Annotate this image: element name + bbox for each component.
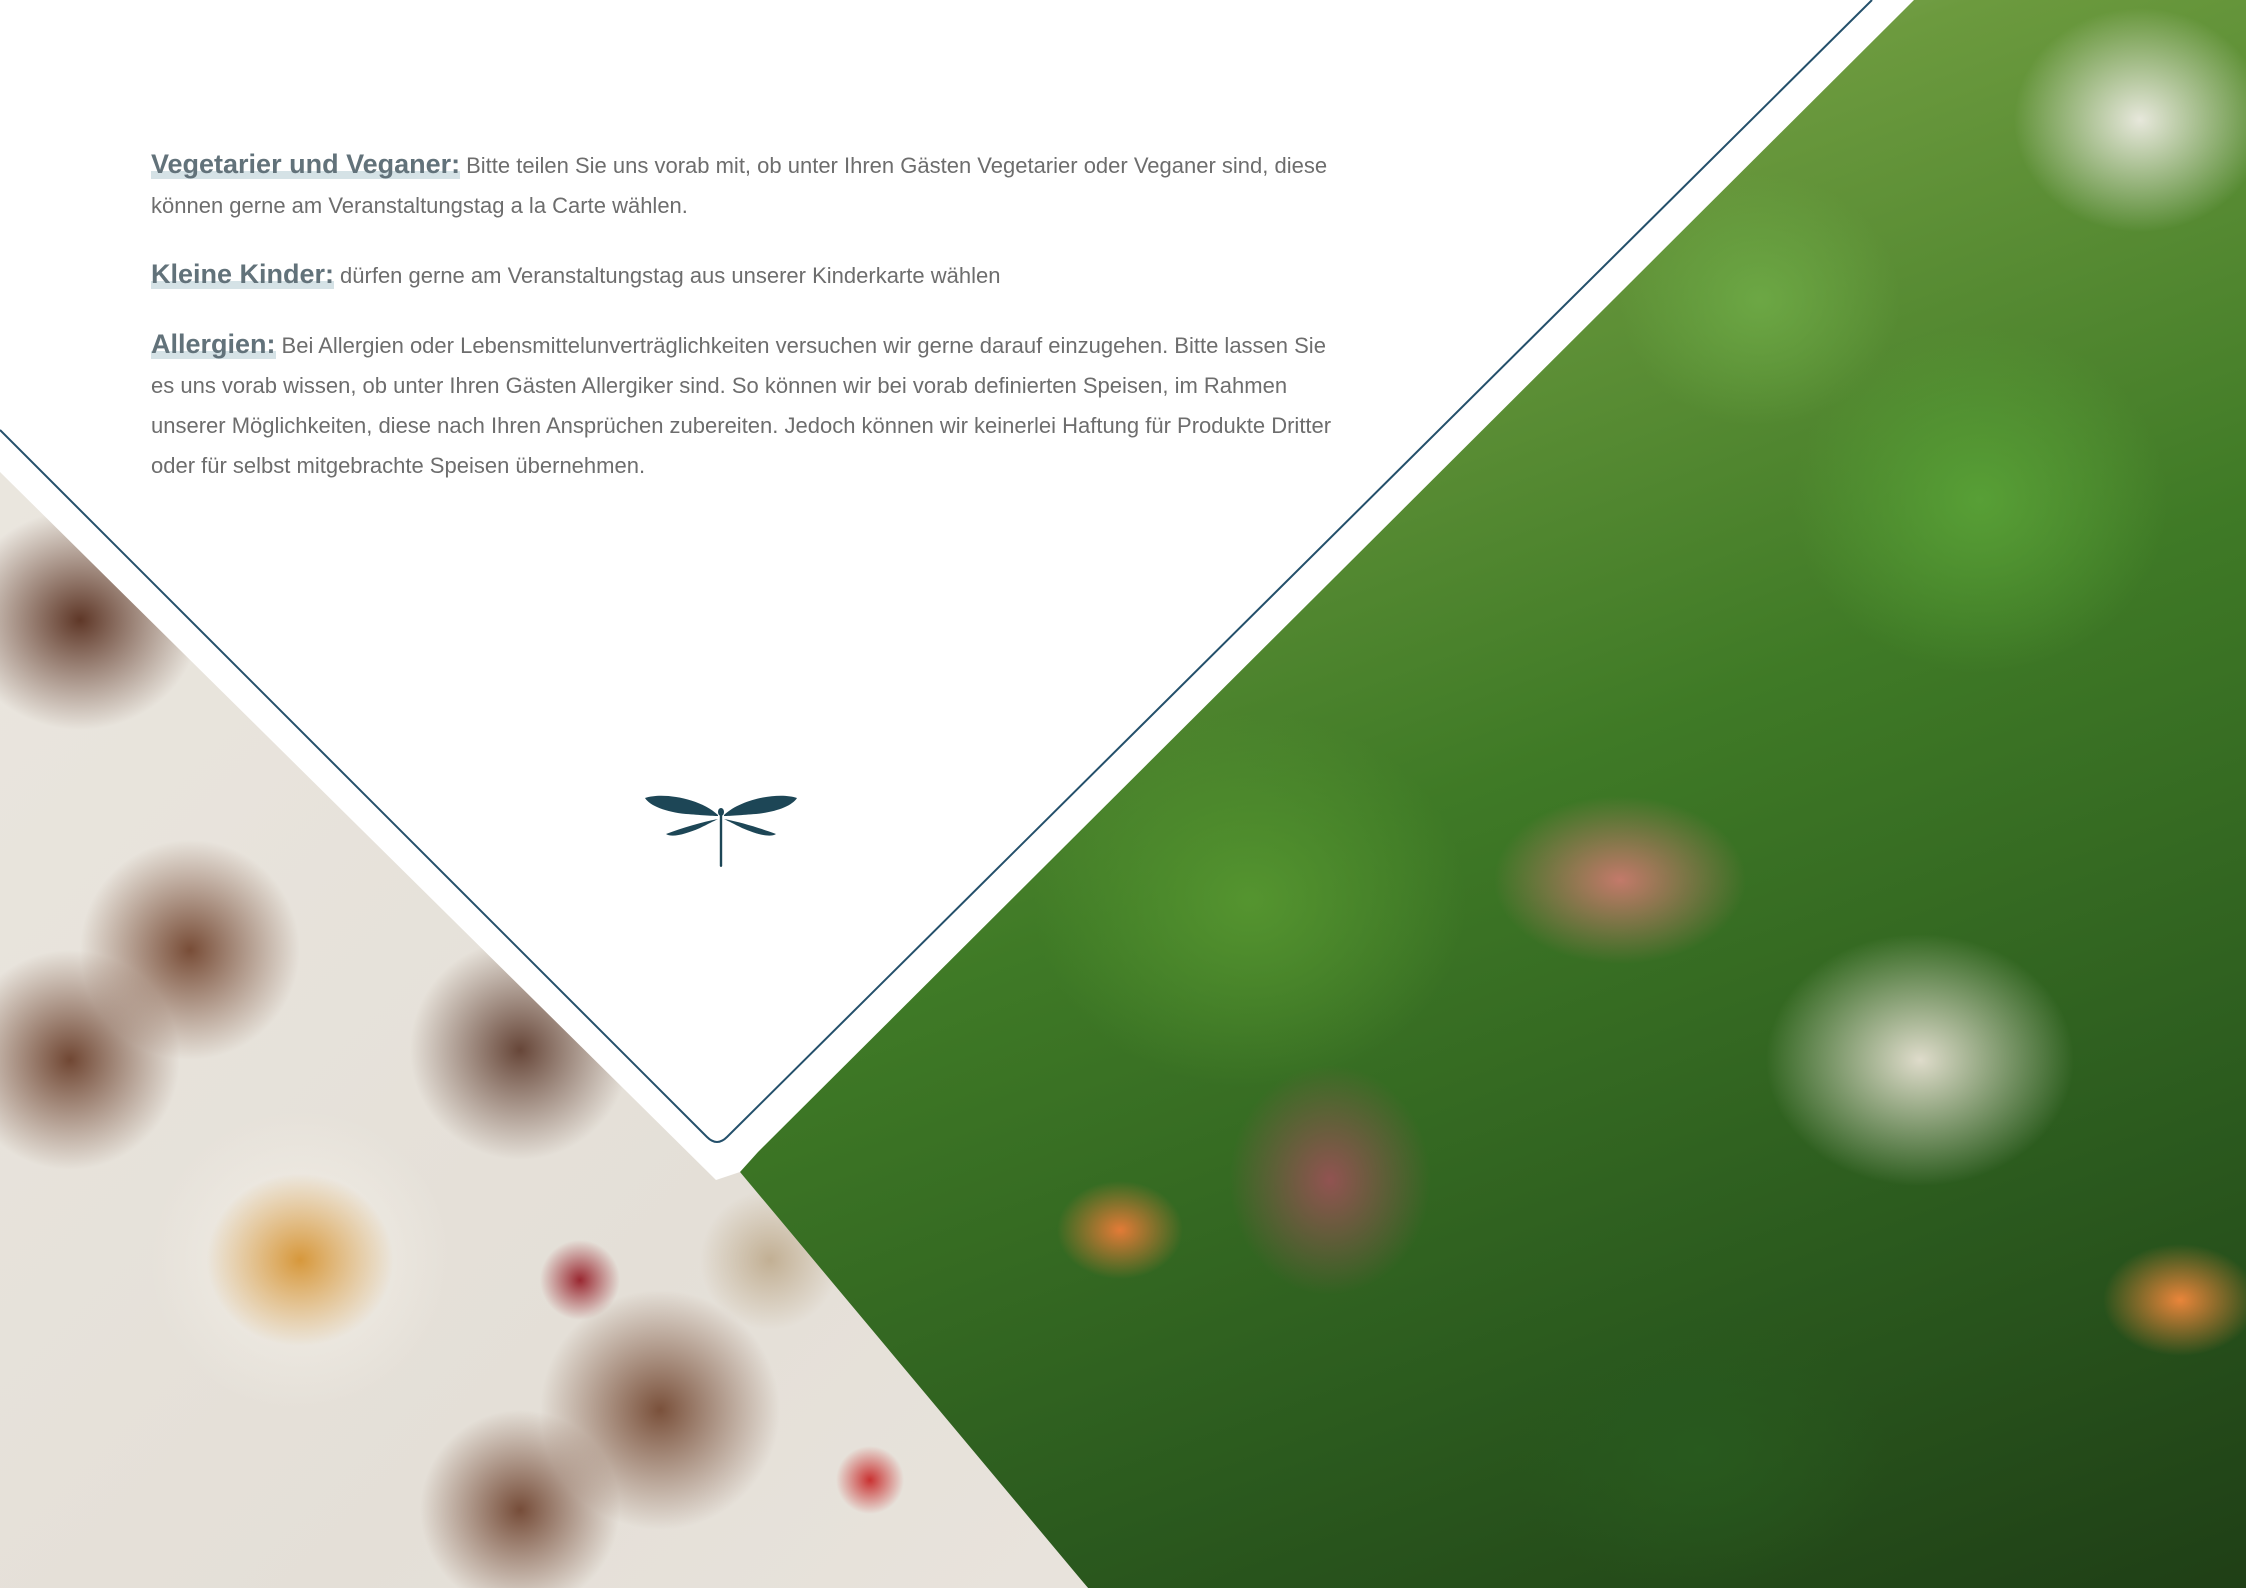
children-text: dürfen gerne am Veranstaltungstag aus un… — [340, 263, 1001, 288]
info-text-block: Vegetarier und Veganer: Bitte teilen Sie … — [151, 144, 1351, 514]
vegetarian-label: Vegetarier und Veganer: — [151, 149, 461, 179]
allergies-text: Bei Allergien oder Lebensmittelunverträg… — [151, 333, 1332, 478]
allergies-label: Allergien: — [151, 329, 276, 359]
menu-page: Vegetarier und Veganer: Bitte teilen Sie … — [0, 0, 2246, 1588]
children-label: Kleine Kinder: — [151, 259, 335, 289]
children-paragraph: Kleine Kinder: dürfen gerne am Veranstalt… — [151, 254, 1351, 296]
vegetarian-paragraph: Vegetarier und Veganer: Bitte teilen Sie … — [151, 144, 1351, 226]
allergies-paragraph: Allergien: Bei Allergien oder Lebensmitte… — [151, 324, 1351, 486]
dragonfly-logo — [645, 795, 797, 867]
